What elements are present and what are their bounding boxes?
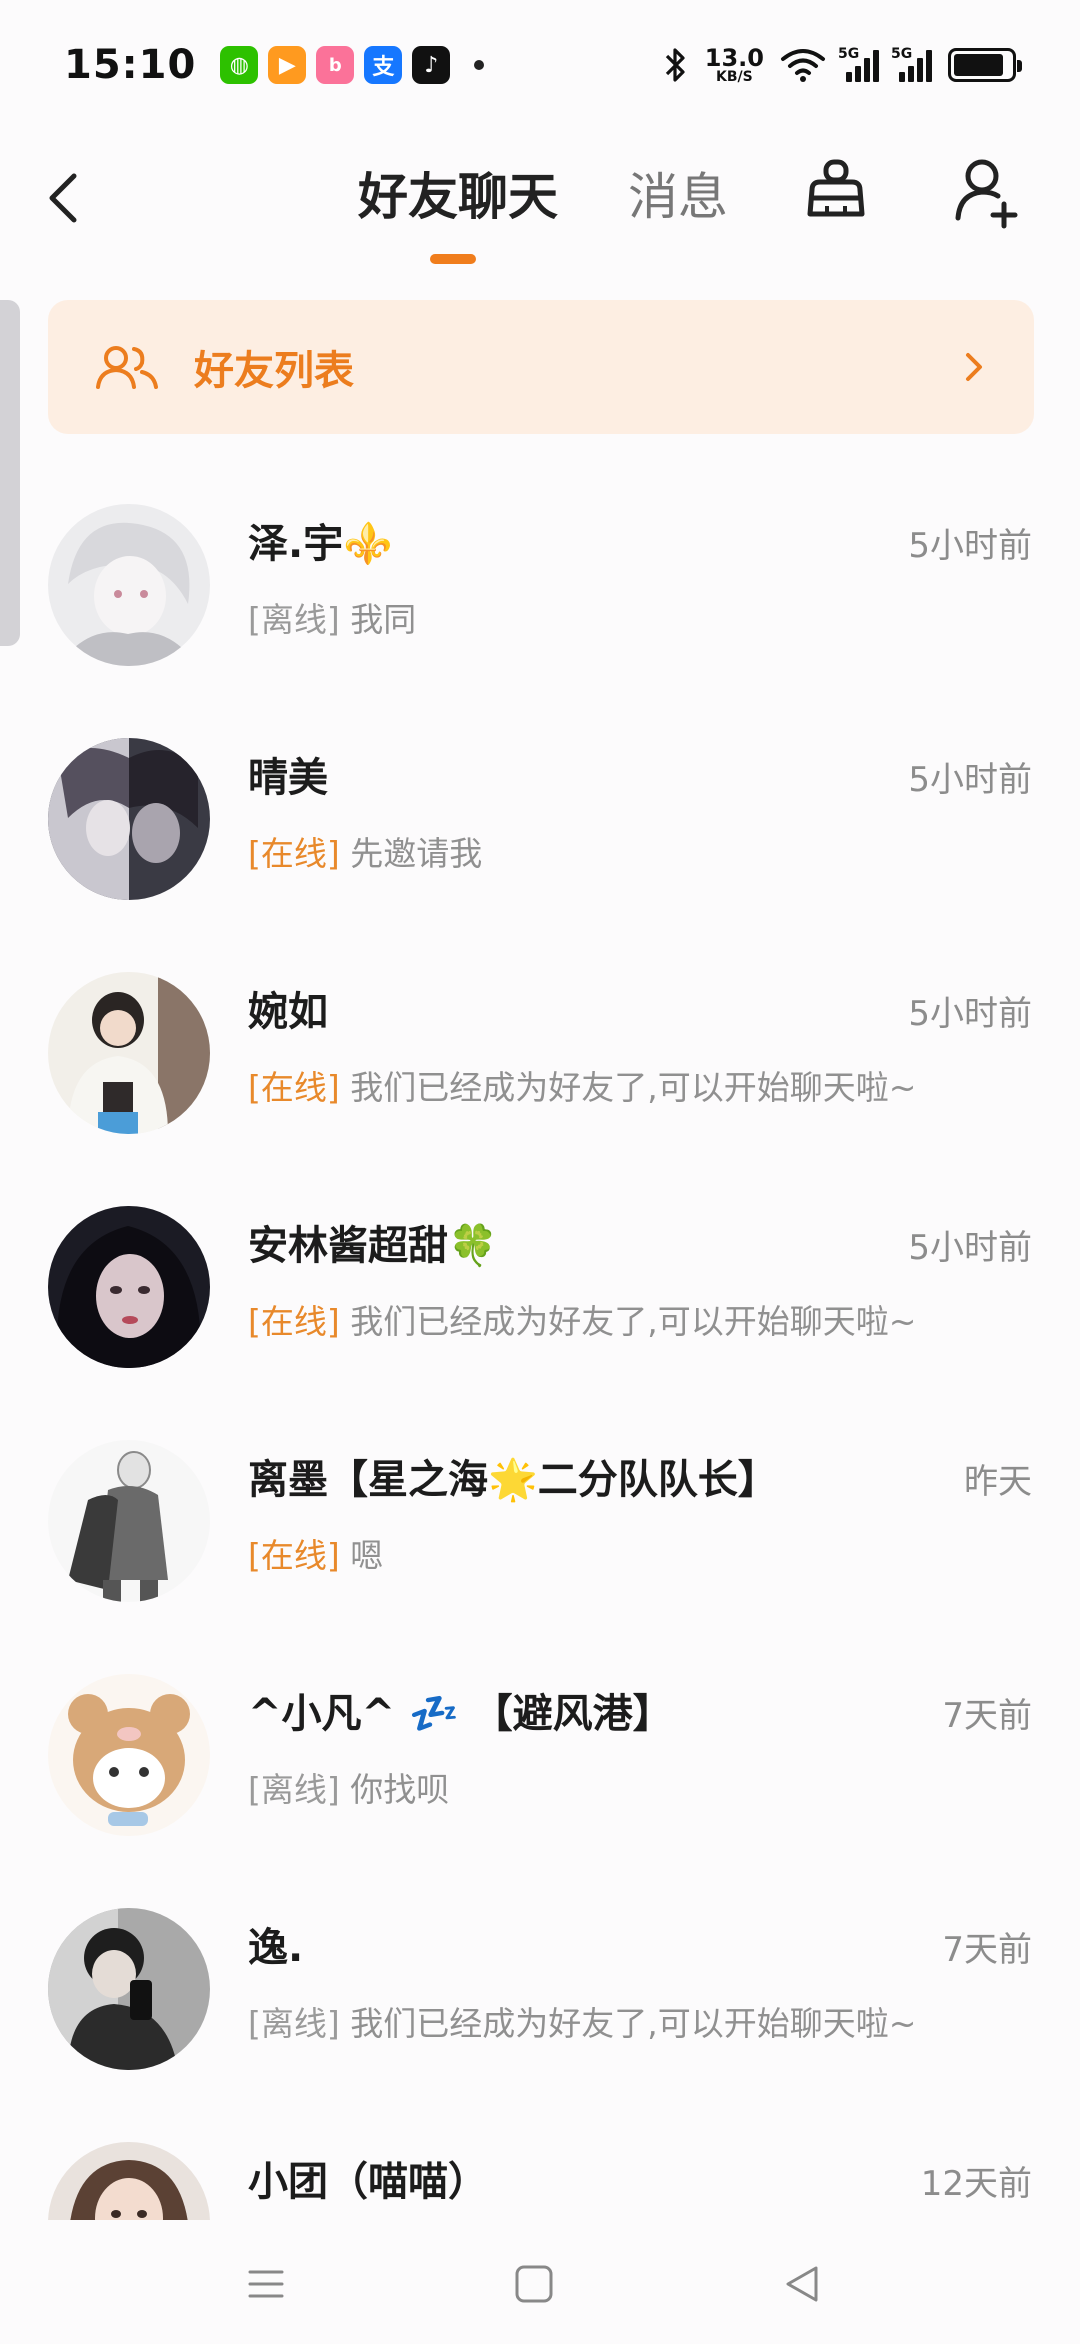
- bilibili-icon: b: [316, 46, 355, 84]
- chat-item[interactable]: 泽.宇⚜️ 5小时前 [离线] 我同: [0, 480, 1080, 714]
- top-header: 好友聊天 消息: [0, 140, 1080, 270]
- presence-status: [在线]: [248, 834, 340, 873]
- chat-item[interactable]: 离墨【星之海🌟二分队队长】 昨天 [在线] 嗯: [0, 1416, 1080, 1650]
- avatar[interactable]: [48, 1674, 210, 1836]
- back-button[interactable]: [44, 160, 104, 236]
- battery-icon: [948, 48, 1022, 82]
- chat-preview: [离线] 你找呗: [248, 1764, 449, 1816]
- system-nav-bar: [0, 2220, 1080, 2344]
- avatar[interactable]: [48, 504, 210, 666]
- chat-name: 离墨【星之海🌟二分队队长】: [248, 1457, 778, 1503]
- chat-name: ^小凡^ 💤 【避风港】: [248, 1691, 673, 1737]
- chat-name: 泽.宇⚜️: [248, 521, 393, 567]
- chat-preview: [在线] 先邀请我: [248, 828, 482, 880]
- last-message: 我们已经成为好友了,可以开始聊天啦~: [350, 1302, 917, 1341]
- network-speed: 13.0 KB/S: [704, 44, 764, 85]
- chat-name: 安林酱超甜🍀: [248, 1223, 498, 1269]
- battery-fill: [954, 54, 1004, 76]
- last-message: 我们已经成为好友了,可以开始聊天啦~: [350, 1068, 917, 1107]
- chat-item[interactable]: 晴美 5小时前 [在线] 先邀请我: [0, 714, 1080, 948]
- signal-1-icon: 5G: [838, 46, 879, 82]
- presence-status: [在线]: [248, 1068, 340, 1107]
- chat-time: 12天前: [920, 2164, 1032, 2204]
- chat-name: 晴美: [248, 755, 328, 801]
- nav-home-button[interactable]: [504, 2254, 564, 2314]
- presence-status: [离线]: [248, 1770, 340, 1809]
- chat-preview: [在线] 嗯: [248, 1530, 383, 1582]
- avatar[interactable]: [48, 1908, 210, 2070]
- broom-icon: [807, 159, 865, 217]
- chat-time: 5小时前: [908, 994, 1032, 1034]
- last-message: 先邀请我: [350, 834, 483, 873]
- chevron-left-icon: [49, 173, 77, 223]
- chat-item[interactable]: ^小凡^ 💤 【避风港】 7天前 [离线] 你找呗: [0, 1650, 1080, 1884]
- chevron-right-icon: [966, 353, 982, 381]
- presence-status: [在线]: [248, 1536, 340, 1575]
- status-time: 15:10: [64, 42, 197, 88]
- chat-item[interactable]: 婉如 5小时前 [在线] 我们已经成为好友了,可以开始聊天啦~: [0, 948, 1080, 1182]
- video-app-icon: ▶: [268, 46, 307, 84]
- alipay-icon: 支: [364, 46, 403, 84]
- chat-item[interactable]: 小团（喵喵） 12天前: [0, 2118, 1080, 2220]
- avatar[interactable]: [48, 1206, 210, 1368]
- avatar[interactable]: [48, 1440, 210, 1602]
- presence-status: [离线]: [248, 2004, 340, 2043]
- chat-time: 7天前: [942, 1930, 1032, 1970]
- chat-item[interactable]: 逸. 7天前 [离线] 我们已经成为好友了,可以开始聊天啦~: [0, 1884, 1080, 2118]
- bluetooth-icon: [665, 48, 685, 82]
- nav-menu-button[interactable]: [236, 2254, 296, 2314]
- friend-list-banner[interactable]: 好友列表: [48, 300, 1034, 434]
- wechat-icon: ◍: [220, 46, 259, 84]
- chat-name: 逸.: [248, 1925, 304, 1971]
- presence-status: [在线]: [248, 1302, 340, 1341]
- chat-time: 5小时前: [908, 1228, 1032, 1268]
- chat-time: 5小时前: [908, 526, 1032, 566]
- add-user-icon: [955, 159, 1018, 229]
- chat-preview: [离线] 我同: [248, 594, 416, 646]
- back-triangle-icon: [786, 2266, 818, 2302]
- last-message: 我同: [350, 600, 417, 639]
- chat-preview: [在线] 我们已经成为好友了,可以开始聊天啦~: [248, 1062, 916, 1114]
- chat-name: 小团（喵喵）: [248, 2159, 488, 2205]
- chat-name: 婉如: [248, 989, 328, 1035]
- last-message: 你找呗: [350, 1770, 450, 1809]
- add-friend-button[interactable]: [952, 154, 1024, 234]
- active-tab-indicator: [430, 254, 476, 264]
- chat-list: 泽.宇⚜️ 5小时前 [离线] 我同 晴美 5小时前 [在线] 先邀请我 婉如 …: [0, 480, 1080, 2220]
- wifi-icon: [781, 49, 825, 82]
- menu-icon: [248, 2270, 284, 2298]
- tab-messages[interactable]: 消息: [628, 162, 728, 232]
- status-app-icons: ◍ ▶ b 支 ♪: [220, 46, 485, 84]
- tab-friend-chat[interactable]: 好友聊天: [358, 162, 558, 232]
- friend-list-label: 好友列表: [194, 348, 354, 394]
- home-square-icon: [515, 2265, 553, 2303]
- chat-preview: [在线] 我们已经成为好友了,可以开始聊天啦~: [248, 1296, 916, 1348]
- chat-preview: [离线] 我们已经成为好友了,可以开始聊天啦~: [248, 1998, 916, 2050]
- chat-time: 7天前: [942, 1696, 1032, 1736]
- chat-item[interactable]: 安林酱超甜🍀 5小时前 [在线] 我们已经成为好友了,可以开始聊天啦~: [0, 1182, 1080, 1416]
- last-message: 我们已经成为好友了,可以开始聊天啦~: [350, 2004, 917, 2043]
- avatar[interactable]: [48, 738, 210, 900]
- presence-status: [离线]: [248, 600, 340, 639]
- notification-dot: [474, 60, 485, 70]
- clean-button[interactable]: [800, 154, 872, 234]
- avatar[interactable]: [48, 2142, 210, 2220]
- chat-time: 昨天: [964, 1462, 1032, 1502]
- signal-2-icon: 5G: [891, 46, 932, 82]
- last-message: 嗯: [350, 1536, 384, 1575]
- tiktok-icon: ♪: [412, 46, 451, 84]
- avatar[interactable]: [48, 972, 210, 1134]
- chat-time: 5小时前: [908, 760, 1032, 800]
- status-bar: 15:10 ◍ ▶ b 支 ♪ 13.0 KB/S 5G 5G: [0, 0, 1080, 130]
- nav-back-button[interactable]: [772, 2254, 832, 2314]
- friends-icon: [96, 346, 158, 389]
